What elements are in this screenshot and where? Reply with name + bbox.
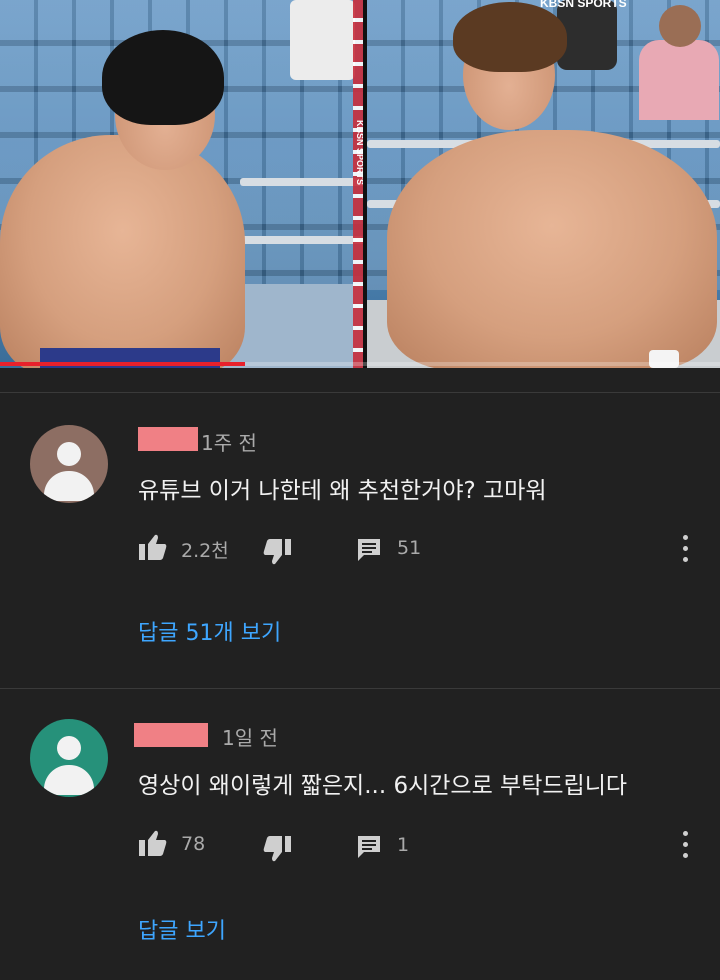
channel-logo-top: KBSN SPORTS [540, 0, 627, 10]
progress-bar[interactable] [0, 362, 720, 366]
reply-icon[interactable] [356, 537, 382, 567]
comment-text: 유튜브 이거 나한테 왜 추천한거야? 고마워 [138, 478, 547, 504]
thumb-down-icon[interactable] [262, 538, 292, 570]
thumb-up-icon[interactable] [138, 829, 168, 861]
comment-time: 1일 전 [222, 726, 278, 750]
like-count: 78 [181, 833, 206, 855]
video-frame-right [367, 0, 720, 368]
reply-icon[interactable] [356, 834, 382, 864]
author-name-redacted[interactable] [134, 723, 208, 747]
progress-fill [0, 362, 245, 366]
reply-count: 1 [397, 834, 410, 856]
thumb-down-icon[interactable] [262, 835, 292, 867]
more-vert-icon[interactable] [680, 535, 690, 565]
like-count: 2.2천 [181, 540, 229, 562]
view-replies-link[interactable]: 답글 51개 보기 [138, 615, 281, 647]
avatar[interactable] [30, 719, 108, 797]
video-frame-left [0, 0, 363, 368]
comment-item: 1주 전 유튜브 이거 나한테 왜 추천한거야? 고마워 2.2천 51 답글 … [0, 393, 720, 688]
video-player[interactable]: KBSN SPORTS KBSN SPORTS [0, 0, 720, 368]
comment-item: 1일 전 영상이 왜이렇게 짧은지... 6시간으로 부탁드립니다 78 1 답… [0, 689, 720, 980]
thumb-up-icon[interactable] [138, 533, 168, 565]
comment-time: 1주 전 [201, 431, 257, 455]
avatar[interactable] [30, 425, 108, 503]
view-replies-link[interactable]: 답글 보기 [138, 913, 226, 945]
reply-count: 51 [397, 537, 422, 559]
more-vert-icon[interactable] [680, 831, 690, 861]
comment-text: 영상이 왜이렇게 짧은지... 6시간으로 부탁드립니다 [138, 773, 628, 799]
author-name-redacted[interactable] [138, 427, 198, 451]
